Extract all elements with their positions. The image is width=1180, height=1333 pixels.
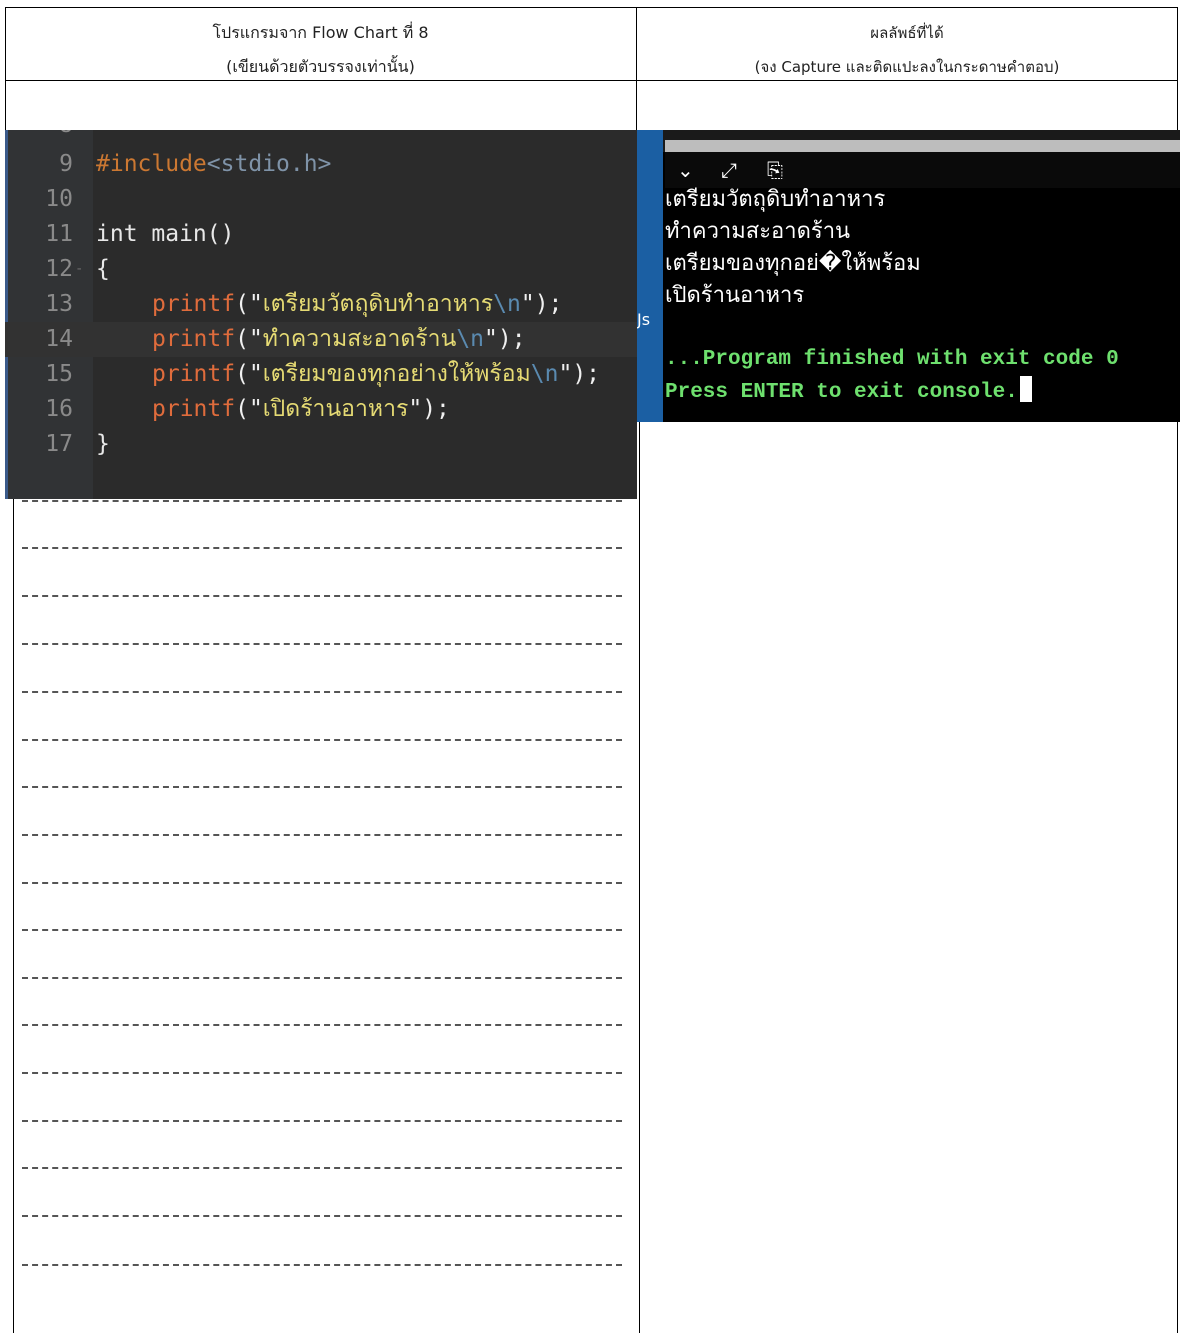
console-output-line: เตรียมวัตถุดิบทำอาหาร [665, 187, 886, 212]
code-line-14: 14 printf("ทำความสะอาดร้าน\n"); [5, 322, 637, 357]
line-number: 13 [45, 291, 73, 317]
answer-dashed-line [22, 1072, 622, 1074]
punctuation: (" [235, 326, 263, 352]
line-number: 14 [45, 326, 73, 352]
right-header-subtitle: (จง Capture และติดแปะลงในกระดาษคำตอบ) [754, 58, 1060, 76]
side-panel-strip [637, 130, 663, 422]
press-enter-prompt: Press ENTER to exit console. [665, 376, 1032, 409]
answer-dashed-line [22, 1167, 622, 1169]
code-text: { [96, 256, 110, 282]
string-literal: ทำความสะอาดร้าน [262, 326, 457, 352]
punctuation: "); [558, 361, 601, 387]
include-directive: #include [96, 151, 207, 177]
punctuation: "); [484, 326, 526, 352]
answer-dashed-line [22, 691, 622, 693]
table-top-border [5, 7, 1177, 8]
answer-dashed-line [22, 739, 622, 741]
line-number: 9 [59, 151, 73, 177]
console-toolbar [665, 152, 1180, 188]
line-number: 15 [45, 361, 73, 387]
table-center-divider-lower [639, 420, 640, 1333]
answer-dashed-line [22, 643, 622, 645]
expand-arrows-icon[interactable]: ⤢ [721, 156, 737, 184]
answer-dashed-line [22, 547, 622, 549]
code-line-12: 12 - { [5, 252, 637, 287]
punctuation: (" [235, 291, 263, 317]
escape-sequence: \n [456, 326, 485, 352]
code-line-15: 15 printf("เตรียมของทุกอย่างให้พร้อม\n")… [5, 357, 637, 392]
function-name: printf [152, 326, 236, 352]
line-number: 17 [45, 431, 73, 457]
console-resize-strip[interactable] [665, 140, 1180, 152]
code-line-11: 11 int main() [5, 217, 637, 252]
table-right-border [1177, 7, 1178, 131]
answer-dashed-line [22, 1215, 622, 1217]
answer-dashed-line [22, 882, 622, 884]
code-line-13: 13 printf("เตรียมวัตถุดิบทำอาหาร\n"); [5, 287, 637, 322]
line-number: 8 [15, 130, 73, 143]
punctuation: (" [235, 361, 263, 387]
escape-sequence: \n [493, 291, 521, 317]
function-name: printf [152, 396, 236, 422]
press-enter-text: Press ENTER to exit console. [665, 381, 1018, 404]
code-line-10: 10 [5, 182, 637, 217]
code-editor-screenshot: 8 9 #include<stdio.h> 10 11 int main() 1… [5, 130, 637, 499]
line-number: 11 [45, 221, 73, 247]
escape-sequence: \n [530, 361, 559, 387]
code-line-8: 8 [5, 130, 637, 143]
clipboard-icon[interactable]: ⎘ [767, 156, 783, 184]
answer-dashed-line [22, 834, 622, 836]
answer-dashed-line [22, 1264, 622, 1266]
left-header-subtitle: (เขียนด้วยตัวบรรจงเท่านั้น) [226, 57, 415, 76]
include-file: <stdio.h> [206, 151, 332, 177]
punctuation: "); [408, 396, 450, 422]
answer-dashed-line [22, 500, 622, 502]
string-literal: เตรียมของทุกอย่างให้พร้อม [262, 361, 531, 387]
function-name: printf [152, 361, 236, 387]
line-number: 16 [45, 396, 73, 422]
answer-dashed-line [22, 1120, 622, 1122]
answer-dashed-line [22, 929, 622, 931]
string-literal: เปิดร้านอาหาร [262, 396, 409, 422]
table-left-border-lower [13, 499, 14, 1333]
right-header-title: ผลลัพธ์ที่ได้ [870, 24, 944, 42]
punctuation: (" [235, 396, 263, 422]
code-line-17: 17 } [5, 427, 637, 462]
table-right-border-lower [1177, 420, 1178, 1333]
console-cursor [1019, 376, 1032, 402]
fold-marker-icon[interactable]: - [75, 252, 83, 287]
chevron-down-icon[interactable]: ⌄ [677, 156, 694, 184]
console-output-line: เตรียมของทุกอย่�ให้พร้อม [665, 251, 921, 276]
code-line-9: 9 #include<stdio.h> [5, 147, 637, 182]
line-number: 10 [45, 186, 73, 212]
console-output-line: เปิดร้านอาหาร [665, 283, 805, 308]
console-output-screenshot: Js ⌄ ⤢ ⎘ เตรียมวัตถุดิบทำอาหาร ทำความสะอ… [637, 130, 1180, 422]
answer-dashed-line [22, 595, 622, 597]
answer-dashed-line [22, 1024, 622, 1026]
console-output-line: ทำความสะอาดร้าน [665, 219, 851, 244]
string-literal: เตรียมวัตถุดิบทำอาหาร [262, 291, 494, 317]
left-header-title: โปรแกรมจาก Flow Chart ที่ 8 [212, 23, 429, 42]
code-text: int main() [96, 221, 235, 247]
code-line-16: 16 printf("เปิดร้านอาหาร"); [5, 392, 637, 427]
right-column-header: ผลลัพธ์ที่ได้ (จง Capture และติดแปะลงในก… [637, 16, 1177, 84]
punctuation: "); [520, 291, 563, 317]
line-number: 12 [45, 256, 73, 282]
left-column-header: โปรแกรมจาก Flow Chart ที่ 8 (เขียนด้วยตั… [5, 16, 636, 84]
answer-dashed-line [22, 977, 622, 979]
program-finished-message: ...Program finished with exit code 0 [665, 348, 1119, 371]
code-text: } [96, 431, 110, 457]
function-name: printf [152, 291, 236, 317]
side-tab-label[interactable]: Js [637, 310, 657, 329]
answer-dashed-line [22, 786, 622, 788]
